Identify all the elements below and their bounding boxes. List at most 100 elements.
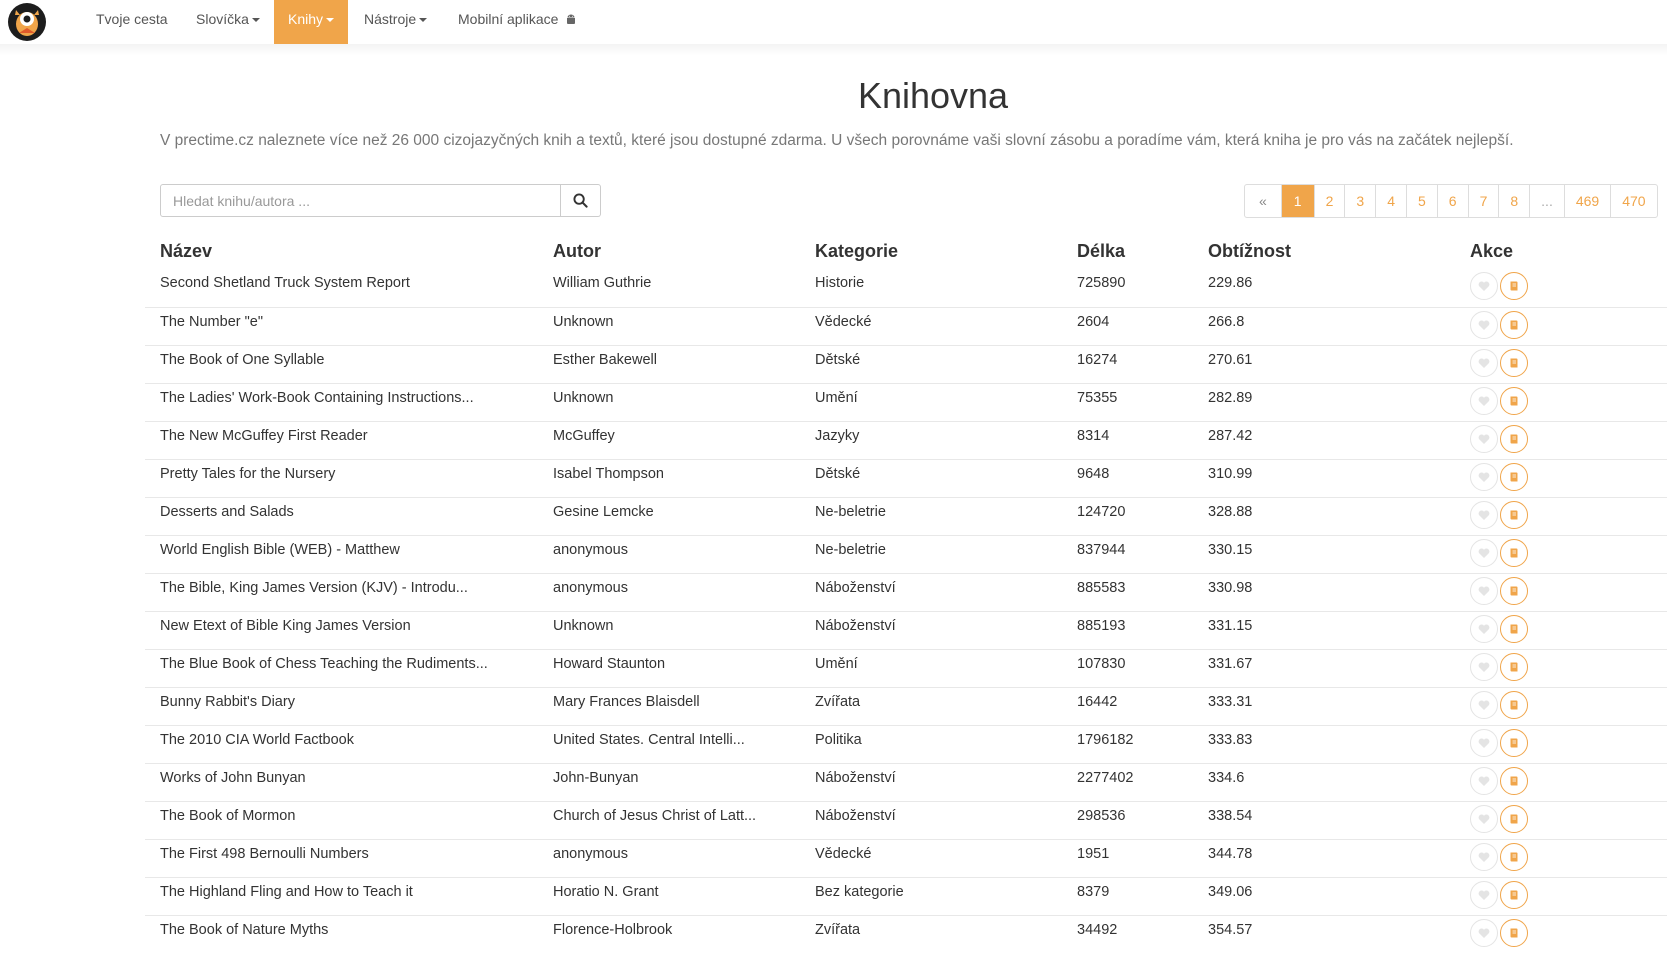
column-header-autor[interactable]: Autor <box>538 233 800 269</box>
read-book-button[interactable] <box>1500 500 1528 529</box>
read-book-button[interactable] <box>1500 272 1528 300</box>
book-length: 16274 <box>1062 344 1193 383</box>
book-length: 837944 <box>1062 534 1193 573</box>
heart-icon <box>1478 434 1490 444</box>
nav-item-slovicka[interactable]: Slovíčka <box>196 0 260 44</box>
read-book-button[interactable] <box>1500 348 1528 377</box>
book-title[interactable]: Bunny Rabbit's Diary <box>145 686 538 725</box>
column-header-delka[interactable]: Délka <box>1062 233 1193 269</box>
book-difficulty: 349.06 <box>1193 876 1455 915</box>
pagination-prev[interactable]: « <box>1245 185 1281 217</box>
book-title[interactable]: The Blue Book of Chess Teaching the Rudi… <box>145 648 538 687</box>
like-button[interactable] <box>1470 272 1498 300</box>
book-title[interactable]: New Etext of Bible King James Version <box>145 610 538 649</box>
search-input[interactable] <box>160 184 561 217</box>
read-book-button[interactable] <box>1500 918 1528 947</box>
pagination-page[interactable]: 7 <box>1467 185 1499 217</box>
read-book-button[interactable] <box>1500 614 1528 643</box>
book-title[interactable]: The Book of One Syllable <box>145 344 538 383</box>
read-book-button[interactable] <box>1500 538 1528 567</box>
book-length: 298536 <box>1062 800 1193 839</box>
read-book-button[interactable] <box>1500 576 1528 605</box>
book-icon <box>1510 472 1518 481</box>
book-title[interactable]: The New McGuffey First Reader <box>145 420 538 459</box>
owl-logo[interactable] <box>7 2 47 42</box>
pagination-page[interactable]: 3 <box>1344 185 1375 217</box>
like-button[interactable] <box>1470 880 1498 909</box>
nav-item-label: Slovíčka <box>196 11 249 27</box>
book-icon <box>1510 890 1518 899</box>
like-button[interactable] <box>1470 652 1498 681</box>
search-button[interactable] <box>561 184 601 217</box>
pagination-page[interactable]: 6 <box>1436 185 1468 217</box>
pagination-page[interactable]: 469 <box>1563 185 1610 217</box>
pagination-page[interactable]: 2 <box>1313 185 1345 217</box>
heart-icon <box>1478 281 1490 291</box>
book-length: 725890 <box>1077 275 1126 291</box>
column-header-obtiznost[interactable]: Obtížnost <box>1193 233 1455 269</box>
like-button[interactable] <box>1470 918 1498 947</box>
actions-cell <box>1455 686 1667 725</box>
like-button[interactable] <box>1470 690 1498 719</box>
read-book-button[interactable] <box>1500 310 1528 339</box>
nav-item-knihy[interactable]: Knihy <box>274 0 349 44</box>
pagination-page[interactable]: 470 <box>1610 185 1656 217</box>
read-book-button[interactable] <box>1500 880 1528 909</box>
like-button[interactable] <box>1470 804 1498 833</box>
read-book-button[interactable] <box>1500 766 1528 795</box>
book-title[interactable]: The First 498 Bernoulli Numbers <box>145 838 538 877</box>
table-row: The 2010 CIA World Factbook United States… <box>145 724 1667 763</box>
like-button[interactable] <box>1470 386 1498 415</box>
book-length: 8314 <box>1062 420 1193 459</box>
heart-icon <box>1478 586 1490 596</box>
book-title[interactable]: The Book of Nature Myths <box>145 914 538 953</box>
like-button[interactable] <box>1470 424 1498 453</box>
nav-item-mobilni-aplikace[interactable]: Mobilní aplikace <box>458 0 577 44</box>
pagination-page[interactable]: 4 <box>1375 185 1406 217</box>
book-title[interactable]: The Highland Fling and How to Teach it <box>145 876 538 915</box>
nav-item-nastroje[interactable]: Nástroje <box>364 0 428 44</box>
book-title[interactable]: The 2010 CIA World Factbook <box>145 724 538 763</box>
book-difficulty: 331.15 <box>1193 610 1455 649</box>
read-book-button[interactable] <box>1500 652 1528 681</box>
pagination-page[interactable]: 8 <box>1498 185 1529 217</box>
like-button[interactable] <box>1470 348 1498 377</box>
like-button[interactable] <box>1470 500 1498 529</box>
table-row: Bunny Rabbit's Diary Mary Frances Blaisde… <box>145 686 1667 725</box>
read-book-button[interactable] <box>1500 804 1528 833</box>
like-button[interactable] <box>1470 310 1498 339</box>
like-button[interactable] <box>1470 728 1498 757</box>
book-title[interactable]: World English Bible (WEB) - Matthew <box>145 534 538 573</box>
book-title[interactable]: The Ladies' Work-Book Containing Instruc… <box>145 382 538 421</box>
like-button[interactable] <box>1470 462 1498 491</box>
book-title[interactable]: Pretty Tales for the Nursery <box>145 458 538 497</box>
book-category: Náboženství <box>800 610 1062 649</box>
book-title[interactable]: The Bible, King James Version (KJV) - In… <box>145 572 538 611</box>
pagination-page[interactable]: 1 <box>1280 185 1314 217</box>
heart-icon <box>1478 510 1490 520</box>
read-book-button[interactable] <box>1500 690 1528 719</box>
like-button[interactable] <box>1470 576 1498 605</box>
book-icon <box>1510 700 1518 709</box>
column-header-kategorie[interactable]: Kategorie <box>800 233 1062 269</box>
like-button[interactable] <box>1470 614 1498 643</box>
like-button[interactable] <box>1470 842 1498 871</box>
heart-icon <box>1478 738 1490 748</box>
book-title[interactable]: Works of John Bunyan <box>145 762 538 801</box>
read-book-button[interactable] <box>1500 462 1528 491</box>
nav-item-tvoje-cesta[interactable]: Tvoje cesta <box>96 0 168 44</box>
read-book-button[interactable] <box>1500 424 1528 453</box>
book-title[interactable]: Second Shetland Truck System Report <box>145 269 538 307</box>
book-title[interactable]: The Number "e" <box>145 306 538 345</box>
pagination-page[interactable]: 5 <box>1405 185 1437 217</box>
read-book-button[interactable] <box>1500 728 1528 757</box>
book-title[interactable]: The Book of Mormon <box>145 800 538 839</box>
book-title[interactable]: Desserts and Salads <box>145 496 538 535</box>
book-difficulty: 287.42 <box>1193 420 1455 459</box>
like-button[interactable] <box>1470 766 1498 795</box>
nav-item-label: Knihy <box>288 11 324 27</box>
read-book-button[interactable] <box>1500 386 1528 415</box>
read-book-button[interactable] <box>1500 842 1528 871</box>
like-button[interactable] <box>1470 538 1498 567</box>
column-header-nazev[interactable]: Název <box>145 233 538 269</box>
